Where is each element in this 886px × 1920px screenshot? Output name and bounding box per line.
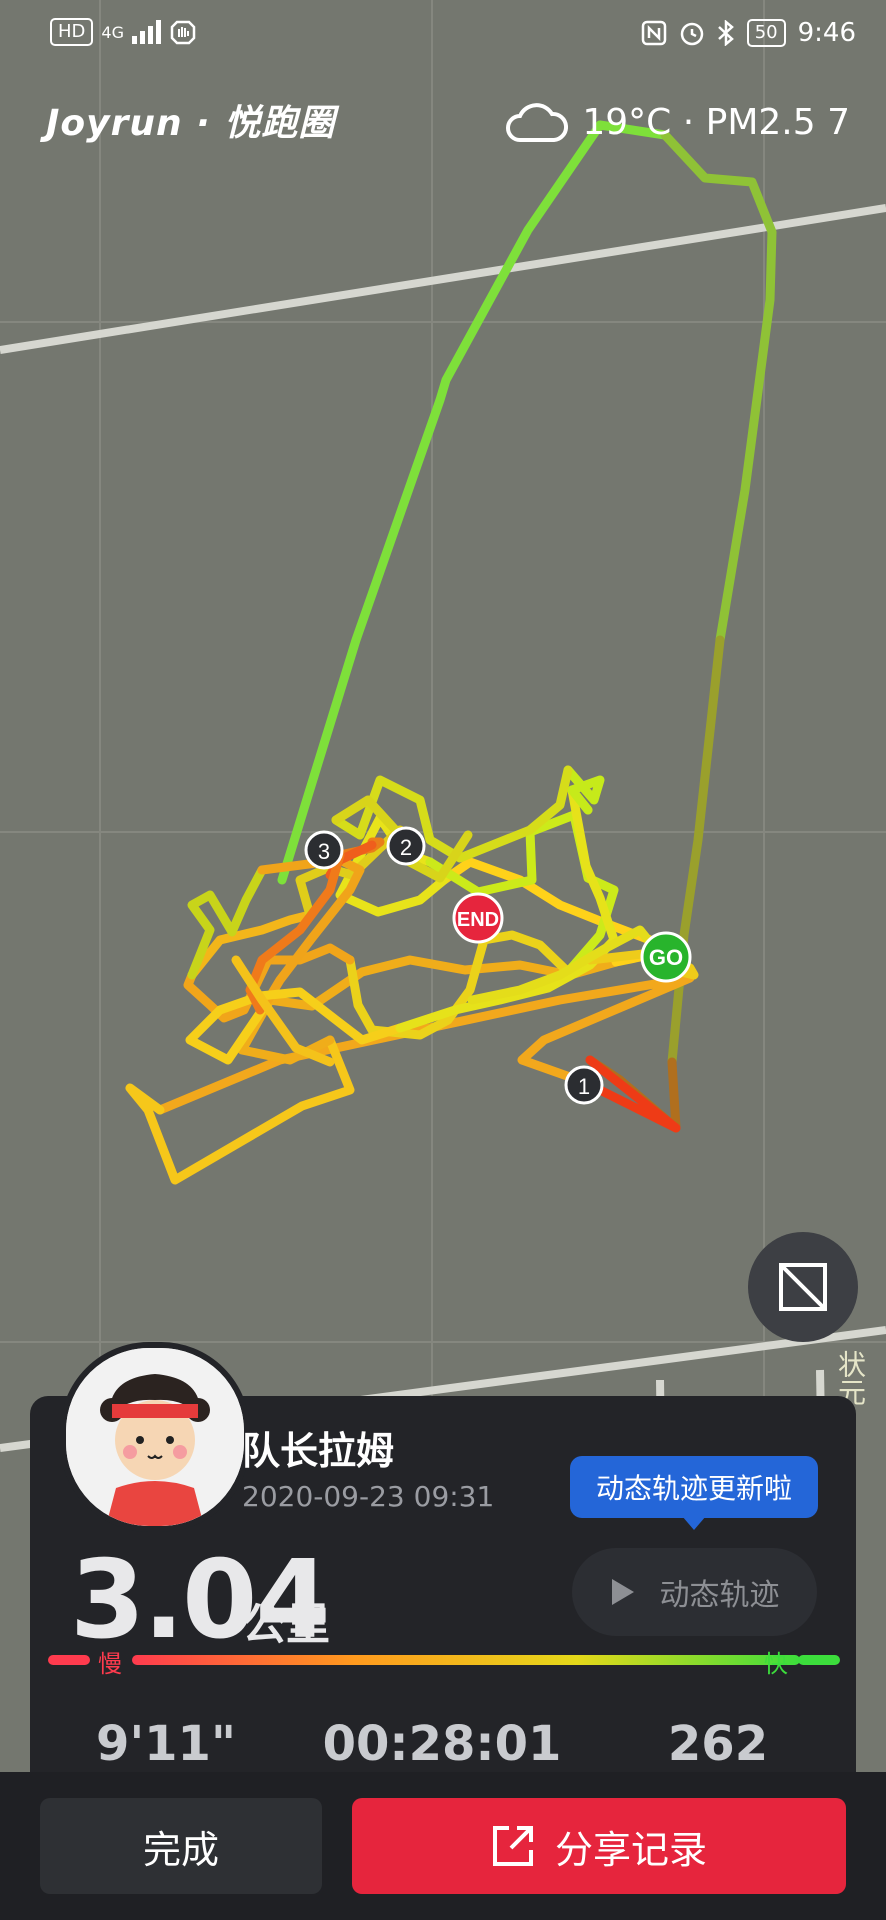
pace-gradient [132,1655,800,1665]
alarm-icon [680,22,703,46]
weather-text: 19°C · PM2.5 7 [582,101,850,143]
weather-info: 19°C · PM2.5 7 [504,100,850,144]
end-marker[interactable]: END [452,892,504,944]
status-bar: HD 4G 50 9:46 [0,0,886,66]
duration-value: 00:28:01 [322,1716,562,1772]
km-marker-1[interactable]: 1 [564,1065,604,1105]
fast-segment [798,1655,840,1665]
pace-value: 9'11" [96,1716,236,1772]
svg-text:2: 2 [400,835,412,860]
calories-value: 262 [667,1716,769,1772]
status-time: 9:46 [797,18,856,48]
avatar-image [66,1348,244,1526]
brand-logo: Joyrun · 悦跑圈 [46,103,336,144]
battery-icon: 50 [746,19,786,47]
svg-text:3: 3 [318,839,330,864]
network-4g-label: 4G [101,22,124,42]
hand-icon [170,20,196,45]
username: 队长拉姆 [242,1429,395,1473]
replay-label: 动态轨迹 [659,1578,780,1613]
svg-text:END: END [457,909,499,931]
km-marker-2[interactable]: 2 [386,826,426,866]
replay-track-button[interactable]: 动态轨迹 [572,1548,817,1636]
pace-legend-bar [48,1646,840,1676]
svg-text:GO: GO [649,945,683,970]
hd-badge: HD [50,18,94,46]
slow-label: 慢 [98,1650,122,1678]
share-record-button[interactable]: 分享记录 [352,1798,846,1894]
fit-route-button[interactable] [748,1232,858,1342]
fast-label: 快 [764,1650,788,1678]
bluetooth-icon [717,20,734,46]
share-icon [492,1826,533,1866]
tooltip-arrow [682,1516,706,1530]
share-label: 分享记录 [554,1827,707,1872]
start-marker[interactable]: GO [640,931,692,983]
play-icon [611,1579,634,1605]
cloud-icon [506,103,569,142]
replay-update-tooltip[interactable]: 动态轨迹更新啦 [570,1456,818,1518]
km-marker-3[interactable]: 3 [304,830,344,870]
signal-icon [131,20,161,44]
nfc-icon [641,20,666,46]
fit-route-icon [779,1263,827,1311]
done-button[interactable]: 完成 [40,1798,322,1894]
distance-unit: 公里 [242,1599,330,1650]
svg-text:1: 1 [578,1074,590,1099]
avatar[interactable] [60,1342,250,1532]
run-datetime: 2020-09-23 09:31 [242,1480,495,1513]
slow-segment [48,1655,90,1665]
